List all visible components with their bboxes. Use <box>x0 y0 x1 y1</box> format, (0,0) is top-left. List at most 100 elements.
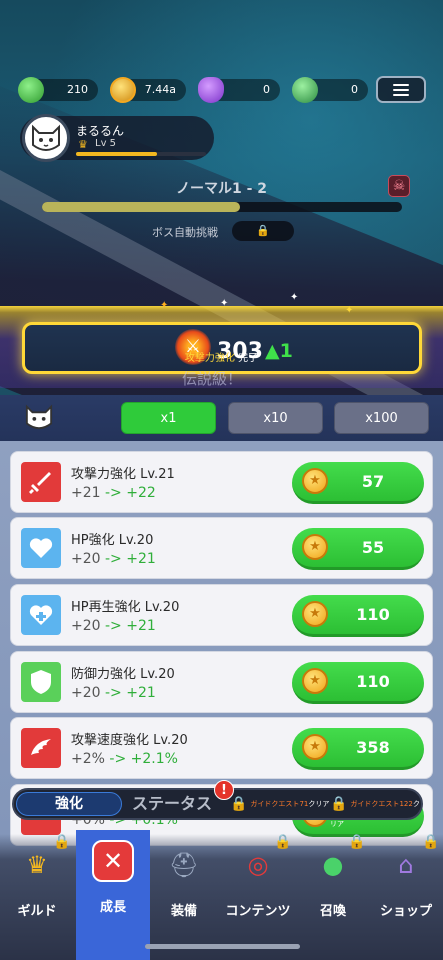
upgrade-new-value: +21 <box>126 551 156 567</box>
upgrade-buy-button[interactable]: ★ 57 <box>292 462 424 504</box>
upgrade-values: +21 -> +22 <box>71 485 156 501</box>
upgrade-old-value: +20 <box>71 618 101 634</box>
upgrade-buy-button[interactable]: ★ 110 <box>292 595 424 637</box>
upgrade-arrow: -> <box>105 551 122 567</box>
purple-crystal-icon <box>198 77 224 103</box>
lock-icon: 🔒 <box>230 796 248 812</box>
upgrade-cost: 57 <box>361 472 385 491</box>
cat-mascot-icon <box>22 400 56 434</box>
nav-guild[interactable]: ♛ ギルド <box>0 834 74 960</box>
gold-value: 7.44a <box>144 83 176 96</box>
upgrade-old-value: +20 <box>71 685 101 701</box>
green-herb-icon <box>292 77 318 103</box>
multiplier-x10-button[interactable]: x10 <box>228 402 323 434</box>
bottom-nav: ♛ ギルド 🔒 ✕ 成長 ⛑ 装備 ◎ コンテンツ 🔒 ● 召喚 🔒 ⌂ ショッ… <box>0 830 443 960</box>
multiplier-x1-button[interactable]: x1 <box>121 402 216 434</box>
gem-counter[interactable]: 210 <box>18 77 98 103</box>
green-value: 0 <box>351 83 358 96</box>
gold-coin-icon: ★ <box>302 534 328 560</box>
banner-message: 攻撃力強化 完了 <box>0 349 443 364</box>
gold-coin-icon: ★ <box>302 734 328 760</box>
upgrade-values: +20 -> +21 <box>71 685 156 701</box>
boss-skull-icon[interactable]: ☠ <box>388 175 410 197</box>
nav-shop[interactable]: ⌂ ショップ <box>369 834 443 960</box>
nav-growth[interactable]: ✕ 成長 <box>76 830 150 960</box>
upgrade-arrow: -> <box>105 685 122 701</box>
locked-tab-quest-122[interactable]: 🔒 ガイドクエスト122クリア <box>330 794 421 828</box>
home-indicator[interactable] <box>145 944 300 949</box>
nav-equipment[interactable]: ⛑ 装備 <box>147 834 221 960</box>
resource-bar: 210 7.44a 0 0 <box>18 77 368 103</box>
shop-icon: ⌂ <box>398 851 414 879</box>
menu-line-icon <box>393 88 409 91</box>
nav-label: 成長 <box>99 900 126 915</box>
target-icon: ◎ <box>247 851 269 879</box>
gold-counter[interactable]: 7.44a <box>110 77 186 103</box>
upgrade-card-attack: 攻撃力強化 Lv.21 +21 -> +22 ★ 57 <box>10 451 433 513</box>
banner-panel: ⚔ 303 ▲1 <box>22 322 422 374</box>
gold-coin-icon <box>110 77 136 103</box>
sparkle-icon: ✦ <box>290 292 299 303</box>
lock-icon: 🔒 <box>256 224 270 237</box>
nav-label: ショップ <box>379 904 432 919</box>
tab-enhance[interactable]: 強化 <box>16 792 122 816</box>
tab-status[interactable]: ステータス <box>132 790 212 818</box>
hamburger-menu-button[interactable] <box>376 76 426 103</box>
player-name: まるるん <box>76 124 125 138</box>
menu-line-icon <box>393 83 409 86</box>
upgrade-new-value: +22 <box>126 485 156 501</box>
lock-icon: 🔒 <box>348 834 366 850</box>
green-herb-counter[interactable]: 0 <box>292 77 368 103</box>
upgrade-old-value: +2% <box>71 751 105 767</box>
sparkle-icon: ✦ <box>220 298 229 309</box>
upgrade-new-value: +21 <box>126 618 156 634</box>
auto-boss-toggle[interactable]: 🔒 <box>232 221 294 241</box>
lock-icon: 🔒 <box>53 834 71 850</box>
gem-value: 210 <box>67 83 88 96</box>
player-xp-bar <box>76 152 206 156</box>
nav-label: 装備 <box>170 904 197 919</box>
heart-plus-icon <box>21 595 61 635</box>
upgrade-title: 攻撃力強化 Lv.21 <box>71 467 175 482</box>
upgrade-card-attack-speed: 攻撃速度強化 Lv.20 +2% -> +2.1% ★ 358 <box>10 717 433 779</box>
gold-coin-icon: ★ <box>302 468 328 494</box>
purple-crystal-counter[interactable]: 0 <box>198 77 280 103</box>
nav-summon[interactable]: ● 召喚 <box>296 834 370 960</box>
upgrade-buy-button[interactable]: ★ 358 <box>292 728 424 770</box>
summon-slime-icon: ● <box>322 851 344 879</box>
player-card[interactable]: まるるん ♛ Lv 5 <box>20 114 214 162</box>
upgrade-cost: 110 <box>356 605 390 624</box>
player-avatar[interactable] <box>22 114 70 162</box>
upgrade-cost: 110 <box>356 672 390 691</box>
quest-number: 122 <box>399 800 413 808</box>
upgrade-arrow: -> <box>109 751 127 767</box>
gold-coin-icon: ★ <box>302 601 328 627</box>
sword-icon <box>21 462 61 502</box>
upgrade-new-value: +2.1% <box>130 751 178 767</box>
growth-close-icon: ✕ <box>92 840 134 882</box>
upgrade-title: HP強化 Lv.20 <box>71 533 154 548</box>
locked-tab-quest-71[interactable]: 🔒 ガイドクエスト71クリア <box>230 794 329 814</box>
gold-coin-icon: ★ <box>302 668 328 694</box>
upgrade-arrow: -> <box>105 485 122 501</box>
upgrade-arrow: -> <box>105 618 122 634</box>
upgrade-buy-button[interactable]: ★ 110 <box>292 662 424 704</box>
upgrade-cost: 55 <box>361 538 385 557</box>
menu-line-icon <box>393 93 409 96</box>
upgrade-card-hp-regen: HP再生強化 Lv.20 +20 -> +21 ★ 110 <box>10 584 433 646</box>
nav-label: コンテンツ <box>225 904 291 919</box>
lock-icon: 🔒 <box>274 834 292 850</box>
player-level: Lv 5 <box>95 138 117 149</box>
nav-label: 召喚 <box>319 904 346 919</box>
shield-icon <box>21 662 61 702</box>
helmet-icon: ⛑ <box>168 851 200 879</box>
upgrade-values: +2% -> +2.1% <box>71 751 178 767</box>
upgrade-buy-button[interactable]: ★ 55 <box>292 528 424 570</box>
upgrade-old-value: +20 <box>71 551 101 567</box>
upgrade-new-value: +21 <box>126 685 156 701</box>
multiplier-x100-button[interactable]: x100 <box>334 402 429 434</box>
cat-face-icon <box>25 404 53 430</box>
upgrade-values: +20 -> +21 <box>71 618 156 634</box>
nav-contents[interactable]: ◎ コンテンツ <box>221 834 295 960</box>
upgrade-card-hp: HP強化 Lv.20 +20 -> +21 ★ 55 <box>10 517 433 579</box>
